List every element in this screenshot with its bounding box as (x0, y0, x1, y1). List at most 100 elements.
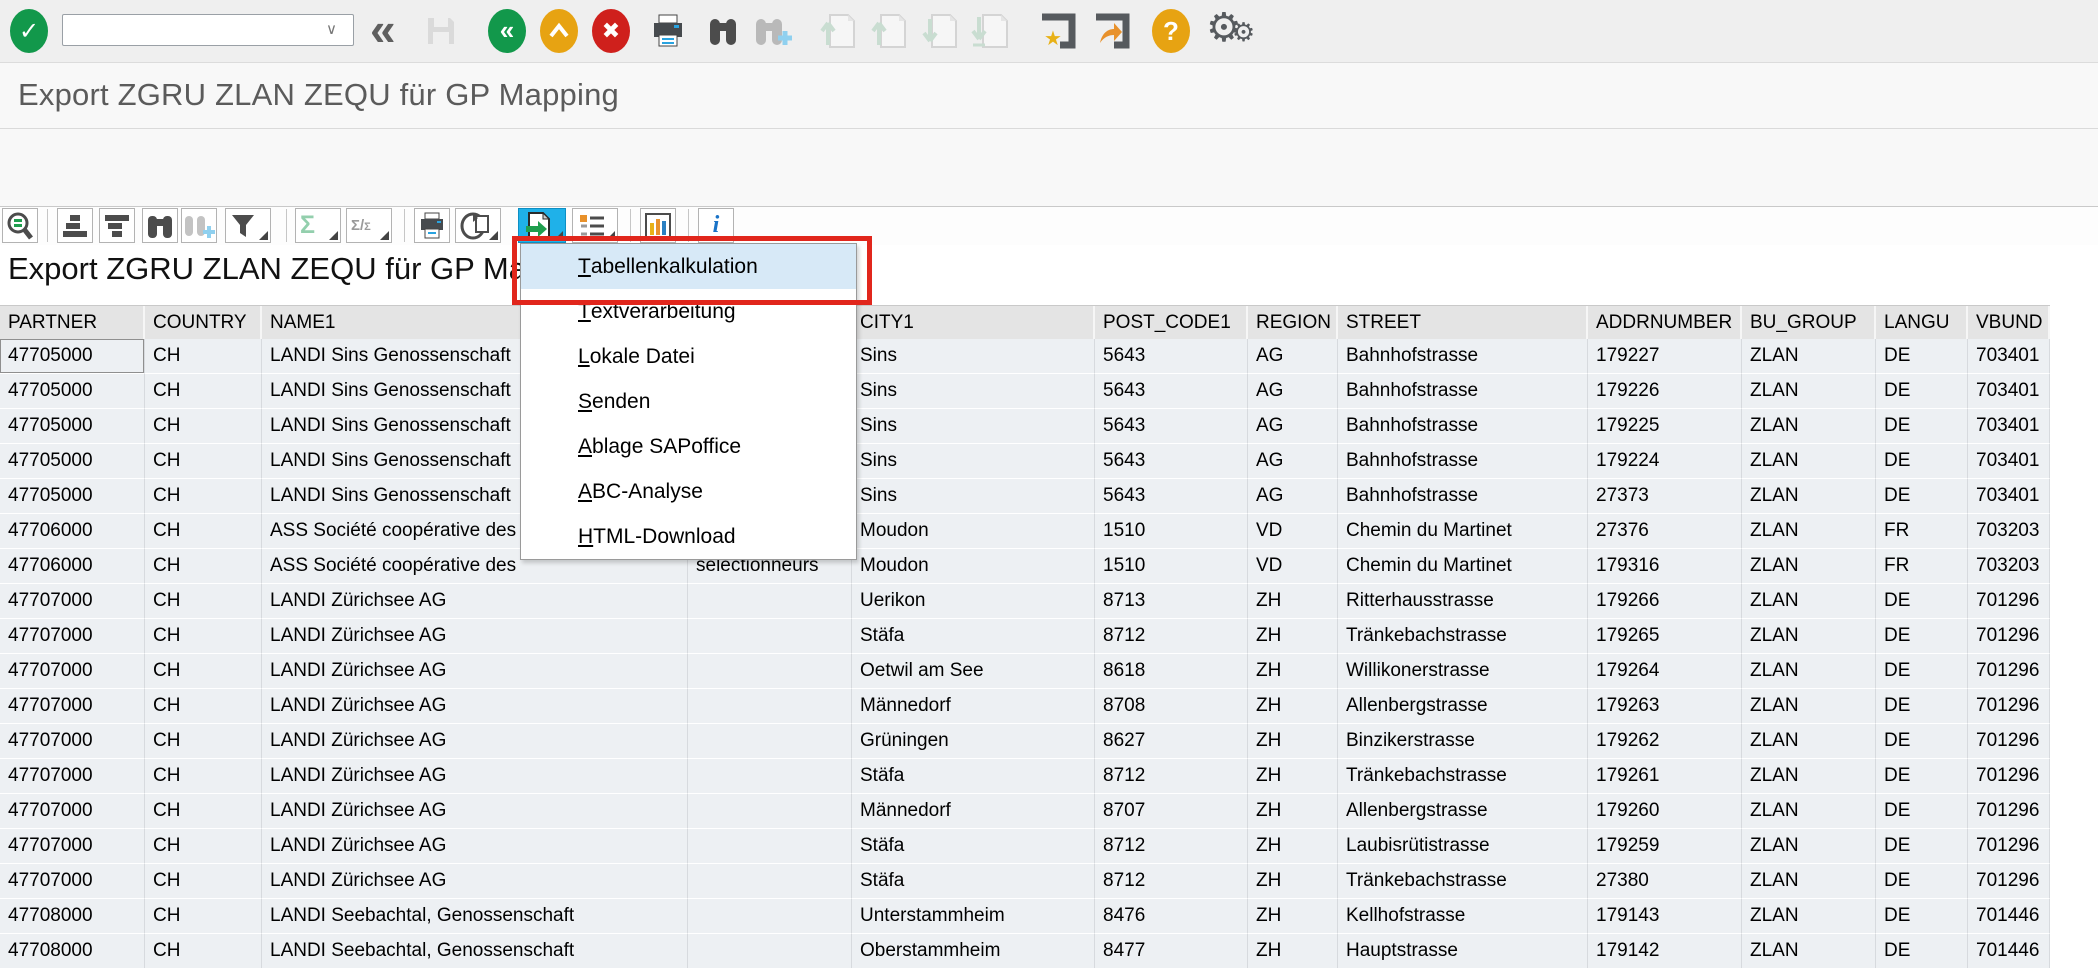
table-cell[interactable]: CH (145, 759, 262, 794)
table-cell[interactable]: 47707000 (0, 794, 145, 829)
table-cell[interactable]: Bahnhofstrasse (1338, 409, 1588, 444)
table-cell[interactable]: DE (1876, 444, 1968, 479)
table-cell[interactable]: DE (1876, 864, 1968, 899)
table-cell[interactable]: 179260 (1588, 794, 1742, 829)
table-cell[interactable]: 179262 (1588, 724, 1742, 759)
table-cell[interactable]: 47705000 (0, 374, 145, 409)
table-cell[interactable]: ZH (1248, 654, 1338, 689)
table-cell[interactable]: 8712 (1095, 759, 1248, 794)
choose-layout-icon[interactable] (572, 208, 618, 243)
table-cell[interactable]: LANDI Seebachtal, Genossenschaft (262, 934, 688, 968)
table-cell[interactable]: AG (1248, 339, 1338, 374)
column-header-addrnumber[interactable]: ADDRNUMBER (1588, 306, 1742, 339)
table-cell[interactable]: 8618 (1095, 654, 1248, 689)
table-cell[interactable]: 8708 (1095, 689, 1248, 724)
sort-ascending-icon[interactable] (57, 208, 93, 243)
next-page-icon[interactable] (920, 11, 960, 51)
table-cell[interactable]: LANDI Seebachtal, Genossenschaft (262, 899, 688, 934)
exit-button[interactable] (540, 9, 578, 53)
table-cell[interactable]: AG (1248, 374, 1338, 409)
table-cell[interactable]: Stäfa (852, 619, 1095, 654)
command-field[interactable] (62, 14, 354, 46)
table-cell[interactable]: 701296 (1968, 584, 2050, 619)
menu-item-tabellenkalkulation[interactable]: Tabellenkalkulation (521, 244, 856, 289)
menu-item-senden[interactable]: Senden (521, 379, 856, 424)
table-cell[interactable]: Bahnhofstrasse (1338, 444, 1588, 479)
table-cell[interactable]: LANDI Zürichsee AG (262, 724, 688, 759)
table-cell[interactable]: Sins (852, 479, 1095, 514)
table-cell[interactable]: DE (1876, 724, 1968, 759)
table-cell[interactable]: 179261 (1588, 759, 1742, 794)
table-cell[interactable] (688, 619, 852, 654)
table-cell[interactable]: 701446 (1968, 934, 2050, 968)
table-cell[interactable]: CH (145, 374, 262, 409)
column-header-bu_group[interactable]: BU_GROUP (1742, 306, 1876, 339)
table-cell[interactable]: AG (1248, 479, 1338, 514)
table-cell[interactable] (688, 689, 852, 724)
table-cell[interactable]: Stäfa (852, 829, 1095, 864)
table-cell[interactable]: 8712 (1095, 829, 1248, 864)
save-icon[interactable] (424, 14, 458, 48)
table-cell[interactable]: 5643 (1095, 444, 1248, 479)
graphic-icon[interactable] (640, 208, 676, 243)
table-cell[interactable]: FR (1876, 514, 1968, 549)
table-cell[interactable]: ZLAN (1742, 724, 1876, 759)
table-cell[interactable]: Sins (852, 409, 1095, 444)
menu-item-html-download[interactable]: HTML-Download (521, 514, 856, 559)
table-cell[interactable]: DE (1876, 899, 1968, 934)
table-cell[interactable]: 8476 (1095, 899, 1248, 934)
table-cell[interactable]: 701296 (1968, 619, 2050, 654)
table-cell[interactable]: Sins (852, 339, 1095, 374)
table-cell[interactable]: Moudon (852, 514, 1095, 549)
find-icon[interactable] (706, 13, 740, 49)
help-button[interactable]: ? (1152, 9, 1190, 53)
table-cell[interactable]: 701296 (1968, 689, 2050, 724)
table-cell[interactable] (688, 899, 852, 934)
table-cell[interactable]: 179264 (1588, 654, 1742, 689)
table-cell[interactable] (688, 864, 852, 899)
table-cell[interactable]: ZLAN (1742, 409, 1876, 444)
previous-page-icon[interactable] (869, 11, 909, 51)
table-cell[interactable]: LANDI Zürichsee AG (262, 864, 688, 899)
table-cell[interactable]: CH (145, 689, 262, 724)
table-cell[interactable]: LANDI Zürichsee AG (262, 689, 688, 724)
menu-item-ablage-sapoffice[interactable]: Ablage SAPoffice (521, 424, 856, 469)
table-cell[interactable]: 703401 (1968, 339, 2050, 374)
table-cell[interactable]: CH (145, 619, 262, 654)
column-header-partner[interactable]: PARTNER (0, 306, 145, 339)
table-cell[interactable]: 701296 (1968, 724, 2050, 759)
table-cell[interactable]: Kellhofstrasse (1338, 899, 1588, 934)
table-cell[interactable]: 701296 (1968, 794, 2050, 829)
table-cell[interactable]: 47707000 (0, 724, 145, 759)
find-next-icon[interactable] (752, 13, 794, 49)
table-cell[interactable]: 179143 (1588, 899, 1742, 934)
table-cell[interactable]: ZLAN (1742, 829, 1876, 864)
table-cell[interactable]: CH (145, 444, 262, 479)
table-cell[interactable]: 47707000 (0, 654, 145, 689)
table-cell[interactable]: 47707000 (0, 689, 145, 724)
table-cell[interactable]: Chemin du Martinet (1338, 549, 1588, 584)
table-cell[interactable]: Bahnhofstrasse (1338, 479, 1588, 514)
table-cell[interactable]: CH (145, 724, 262, 759)
table-cell[interactable]: 47708000 (0, 934, 145, 968)
table-cell[interactable]: 701296 (1968, 829, 2050, 864)
table-cell[interactable]: CH (145, 339, 262, 374)
details-icon[interactable] (2, 208, 38, 243)
table-cell[interactable]: LANDI Zürichsee AG (262, 584, 688, 619)
table-cell[interactable]: DE (1876, 934, 1968, 968)
find-icon[interactable] (142, 208, 178, 243)
table-cell[interactable]: 47705000 (0, 339, 145, 374)
table-cell[interactable]: ZLAN (1742, 759, 1876, 794)
table-cell[interactable]: 703203 (1968, 549, 2050, 584)
table-cell[interactable]: LANDI Zürichsee AG (262, 654, 688, 689)
table-cell[interactable]: Grüningen (852, 724, 1095, 759)
table-cell[interactable]: ZH (1248, 619, 1338, 654)
table-cell[interactable]: 5643 (1095, 479, 1248, 514)
table-cell[interactable]: CH (145, 549, 262, 584)
print-icon[interactable] (650, 13, 686, 49)
table-cell[interactable]: 47707000 (0, 759, 145, 794)
table-cell[interactable]: 47707000 (0, 619, 145, 654)
settings-icon[interactable]: ⚙⚙ (1206, 8, 1255, 48)
column-header-vbund[interactable]: VBUND (1968, 306, 2050, 339)
table-cell[interactable]: 703401 (1968, 479, 2050, 514)
